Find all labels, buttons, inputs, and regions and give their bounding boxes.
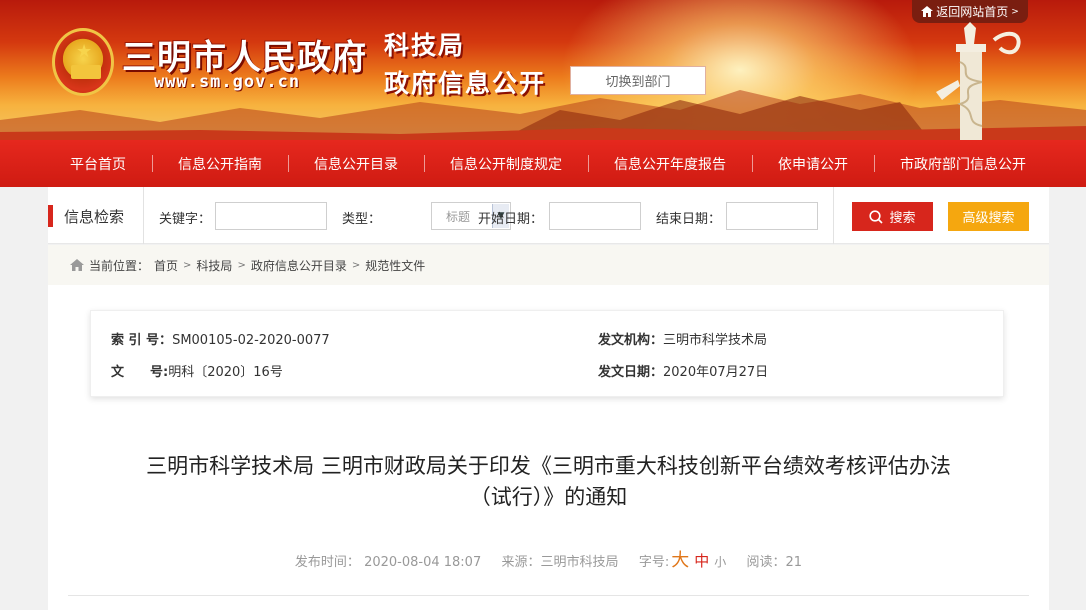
source-label: 来源： [501,555,541,570]
publish-time-value: 2020-08-04 18:07 [364,555,482,570]
article-content: 索 引 号：SM00105-02-2020-0077 发文机构：三明市科学技术局… [48,285,1049,610]
info-search-bar: 信息检索 关键字： 类型： 标题 ▼ 开始日期： 结束日期： 搜索 高级搜索 [48,187,1049,244]
meta-index-value: SM00105-02-2020-0077 [172,333,330,348]
breadcrumb-separator: > [351,259,361,271]
breadcrumb-item-category[interactable]: 规范性文件 [365,257,425,274]
back-to-home-link[interactable]: 返回网站首页 > [912,0,1028,23]
nav-item-regulations[interactable]: 信息公开制度规定 [424,140,588,187]
publish-info: 发布时间： 2020-08-04 18:07 来源：三明市科技局 字号: 大中小 … [48,546,1049,572]
start-date-input[interactable] [549,202,641,230]
meta-docno-label: 文 号: [111,365,169,380]
search-button[interactable]: 搜索 [852,202,933,231]
divider [143,187,144,244]
meta-org-value: 三明市科学技术局 [663,333,768,348]
read-count-label: 阅读： [746,555,786,570]
breadcrumb: 当前位置： 首页 > 科技局 > 政府信息公开目录 > 规范性文件 [48,245,1049,285]
font-size-large-button[interactable]: 大 [671,550,689,571]
nav-item-departments[interactable]: 市政府部门信息公开 [874,140,1052,187]
breadcrumb-item-home[interactable]: 首页 [154,257,178,274]
source-value: 三明市科技局 [540,555,619,570]
breadcrumb-prefix: 当前位置： [89,258,150,273]
huabiao-pillar-illustration [936,22,1021,140]
meta-index-label: 索 引 号： [111,333,173,348]
divider [68,595,1029,596]
search-icon [869,209,884,224]
meta-date-value: 2020年07月27日 [663,365,769,380]
city-url: www.sm.gov.cn [154,72,301,92]
home-icon [70,259,84,271]
document-meta-box: 索 引 号：SM00105-02-2020-0077 发文机构：三明市科学技术局… [90,310,1004,397]
dept-subtitle: 政府信息公开 [384,69,547,98]
meta-date-row: 发文日期：2020年07月27日 [598,361,768,380]
advanced-search-button[interactable]: 高级搜索 [948,202,1029,231]
meta-index-row: 索 引 号：SM00105-02-2020-0077 [111,329,330,348]
publish-time-label: 发布时间： [294,555,360,570]
divider [833,187,834,244]
chevron-right-icon: > [1011,6,1019,17]
nav-item-apply[interactable]: 依申请公开 [752,140,874,187]
back-to-home-label: 返回网站首页 [936,5,1009,19]
section-marker [48,205,53,227]
keyword-label: 关键字： [159,212,212,227]
home-icon [921,6,934,17]
main-navigation: 平台首页 信息公开指南 信息公开目录 信息公开制度规定 信息公开年度报告 依申请… [0,140,1086,187]
meta-org-row: 发文机构：三明市科学技术局 [598,329,767,348]
nav-item-catalog[interactable]: 信息公开目录 [288,140,424,187]
meta-org-label: 发文机构： [598,333,664,348]
type-label: 类型： [342,212,382,227]
search-button-label: 搜索 [889,211,916,226]
meta-docno-value: 明科〔2020〕16号 [168,365,283,380]
meta-docno-row: 文 号:明科〔2020〕16号 [111,361,283,380]
breadcrumb-item-catalog[interactable]: 政府信息公开目录 [251,257,347,274]
nav-item-guide[interactable]: 信息公开指南 [152,140,288,187]
dept-name: 科技局 [384,31,466,60]
article-title-line1: 三明市科学技术局 三明市财政局关于印发《三明市重大科技创新平台绩效考核评估办法 [146,454,951,478]
article-title-line2: （试行）》的通知 [469,485,628,509]
read-count-value: 21 [785,555,803,570]
article-title: 三明市科学技术局 三明市财政局关于印发《三明市重大科技创新平台绩效考核评估办法 … [48,451,1049,513]
type-select-value: 标题 [446,209,471,224]
meta-date-label: 发文日期： [598,365,664,380]
start-date-label: 开始日期： [478,212,544,227]
font-size-medium-button[interactable]: 中 [694,552,709,570]
font-size-small-button[interactable]: 小 [714,555,726,569]
search-section-title: 信息检索 [64,208,125,226]
national-emblem-icon: ★ [52,28,114,96]
nav-item-home[interactable]: 平台首页 [44,140,152,187]
breadcrumb-item-dept[interactable]: 科技局 [196,257,232,274]
end-date-label: 结束日期： [656,212,722,227]
keyword-input[interactable] [215,202,327,230]
end-date-input[interactable] [726,202,818,230]
font-size-label: 字号: [638,555,670,570]
breadcrumb-separator: > [237,259,246,271]
nav-item-annual-report[interactable]: 信息公开年度报告 [588,140,752,187]
breadcrumb-separator: > [183,259,192,271]
switch-department-button[interactable]: 切换到部门 [570,66,706,95]
header-banner: ★ 三明市人民政府 www.sm.gov.cn 科技局 政府信息公开 切换到部门… [0,0,1086,140]
